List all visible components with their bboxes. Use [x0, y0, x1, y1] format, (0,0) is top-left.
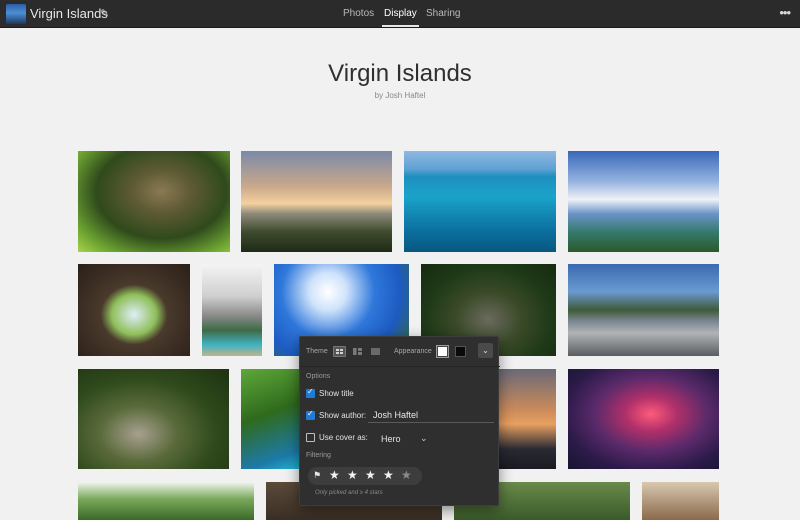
show-author-checkbox[interactable] [306, 411, 315, 420]
star-icon-3[interactable]: ★ [365, 468, 376, 482]
nav-tabs: Photos Display Sharing [0, 0, 800, 28]
theme-single-button[interactable] [369, 346, 382, 357]
rating-filter: ⚑ ★ ★ ★ ★ ★ [308, 467, 422, 485]
cover-style-select[interactable]: Hero [381, 434, 401, 444]
pencil-icon[interactable]: ✎ [100, 7, 109, 20]
use-cover-label[interactable]: Use cover as: [319, 433, 368, 442]
tab-photos[interactable]: Photos [343, 8, 374, 19]
photo-stacked-stones[interactable] [568, 264, 719, 356]
photo-ruins[interactable] [642, 482, 719, 520]
show-title-checkbox[interactable] [306, 389, 315, 398]
photo-stone-arch[interactable] [78, 264, 190, 356]
photo-iguana[interactable] [78, 151, 230, 252]
show-author-label[interactable]: Show author: [319, 411, 366, 420]
top-bar: Virgin Islands ✎ Photos Display Sharing … [0, 0, 800, 28]
photo-forest-path[interactable] [78, 369, 229, 469]
use-cover-checkbox[interactable] [306, 433, 315, 442]
author-name-input[interactable]: Josh Haftel [368, 407, 494, 423]
photo-beach-cove[interactable] [202, 264, 262, 356]
more-horizontal-icon[interactable]: ••• [779, 5, 790, 20]
theme-label: Theme [306, 348, 328, 355]
appearance-dark-swatch[interactable] [455, 346, 466, 357]
appearance-label: Appearance [394, 348, 432, 355]
star-icon-5[interactable]: ★ [401, 468, 412, 482]
filtering-label: Filtering [306, 452, 331, 459]
photo-bay-clouds[interactable] [568, 151, 719, 252]
theme-mosaic-button[interactable] [351, 346, 364, 357]
theme-appearance-row: Theme Appearance ⌄ [300, 337, 500, 367]
single-layout-icon [371, 348, 380, 355]
photo-palm-leaves[interactable] [241, 369, 299, 469]
flag-icon[interactable]: ⚑ [313, 470, 321, 481]
photo-sunset-coast[interactable] [241, 151, 392, 252]
filter-hint: Only picked and ≥ 4 stars [315, 490, 383, 496]
chevron-down-icon[interactable]: ⌄ [478, 343, 493, 358]
appearance-light-swatch[interactable] [437, 346, 448, 357]
chevron-down-icon[interactable]: ⌄ [420, 433, 428, 444]
tab-sharing[interactable]: Sharing [426, 8, 460, 19]
page-author: by Josh Haftel [0, 91, 800, 100]
star-icon-2[interactable]: ★ [347, 468, 358, 482]
display-options-panel: Theme Appearance ⌄ Options Show title Sh… [299, 336, 499, 506]
photo-tree-canopy[interactable] [78, 482, 254, 520]
theme-grid-button[interactable] [333, 346, 346, 357]
grid-layout-icon [336, 349, 343, 354]
album-title[interactable]: Virgin Islands [30, 6, 108, 21]
photo-ocean-swimmer[interactable] [404, 151, 556, 252]
show-title-label[interactable]: Show title [319, 389, 354, 398]
tab-display[interactable]: Display [384, 8, 417, 19]
mosaic-layout-icon [353, 348, 362, 355]
star-icon-4[interactable]: ★ [383, 468, 394, 482]
options-label: Options [306, 373, 330, 380]
photo-dusk-island[interactable] [499, 369, 556, 469]
album-thumbnail[interactable] [6, 4, 26, 24]
star-icon-1[interactable]: ★ [329, 468, 340, 482]
photo-pink-sunset[interactable] [568, 369, 719, 469]
page-title: Virgin Islands [0, 60, 800, 88]
